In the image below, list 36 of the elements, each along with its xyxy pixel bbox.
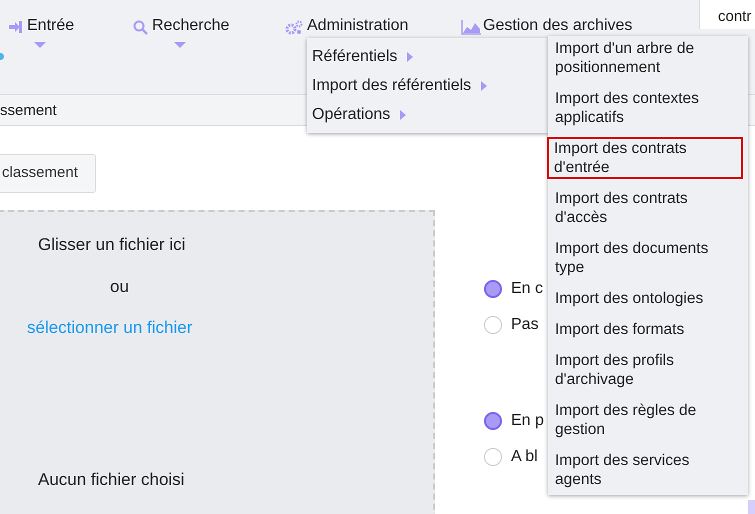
- radio-label: A bl: [511, 447, 538, 467]
- gears-icon: [285, 20, 303, 36]
- nav-menu-item[interactable]: Administration: [307, 16, 408, 35]
- radio-label: Pas: [511, 315, 539, 335]
- menu-item[interactable]: Import des contextes applicatifs: [548, 87, 743, 129]
- chart-icon: [461, 20, 481, 35]
- radio-button[interactable]: [484, 280, 502, 298]
- menu-item[interactable]: Import des formats: [548, 318, 743, 341]
- radio-label: En p: [511, 411, 544, 431]
- menu-item[interactable]: Import des contrats d'accès: [548, 187, 743, 229]
- menu-item[interactable]: Import des règles de gestion: [548, 399, 743, 441]
- no-file-text: Aucun fichier choisi: [38, 469, 184, 491]
- menu-item[interactable]: Import des profils d'archivage: [548, 349, 743, 391]
- classement-button[interactable]: classement: [0, 154, 96, 193]
- menu-item[interactable]: Référentiels: [312, 44, 398, 68]
- breadcrumb-text: ssement: [0, 102, 57, 119]
- radio-button[interactable]: [484, 316, 502, 334]
- radio-button[interactable]: [484, 448, 502, 466]
- menu-item[interactable]: Opérations: [312, 102, 390, 126]
- menu-item[interactable]: Import des services agents: [548, 449, 743, 491]
- dropzone-title: Glisser un fichier ici: [38, 234, 186, 256]
- or-text: ou: [110, 276, 129, 298]
- menu-item[interactable]: Import des contrats d'entrée: [547, 137, 743, 179]
- dropzone[interactable]: Glisser un fichier ici ou sélectionner un fichier Aucun fichier choisi: [0, 210, 435, 514]
- nav-menu-item[interactable]: Recherche: [152, 16, 230, 35]
- menu-item[interactable]: Import d'un arbre de positionnement: [548, 37, 743, 79]
- nav-menu-item[interactable]: Entrée: [27, 16, 74, 35]
- enter-icon: [8, 20, 22, 34]
- menu-item[interactable]: Import des documents type: [548, 237, 743, 279]
- search-icon: [133, 20, 148, 35]
- menu-item[interactable]: Import des référentiels: [312, 74, 472, 98]
- menu-item[interactable]: Import des ontologies: [548, 287, 743, 310]
- tab[interactable]: contr: [699, 0, 755, 29]
- nav-menu-item[interactable]: Gestion des archives: [483, 16, 632, 35]
- radio-button[interactable]: [484, 412, 502, 430]
- radio-label: En c: [511, 279, 544, 299]
